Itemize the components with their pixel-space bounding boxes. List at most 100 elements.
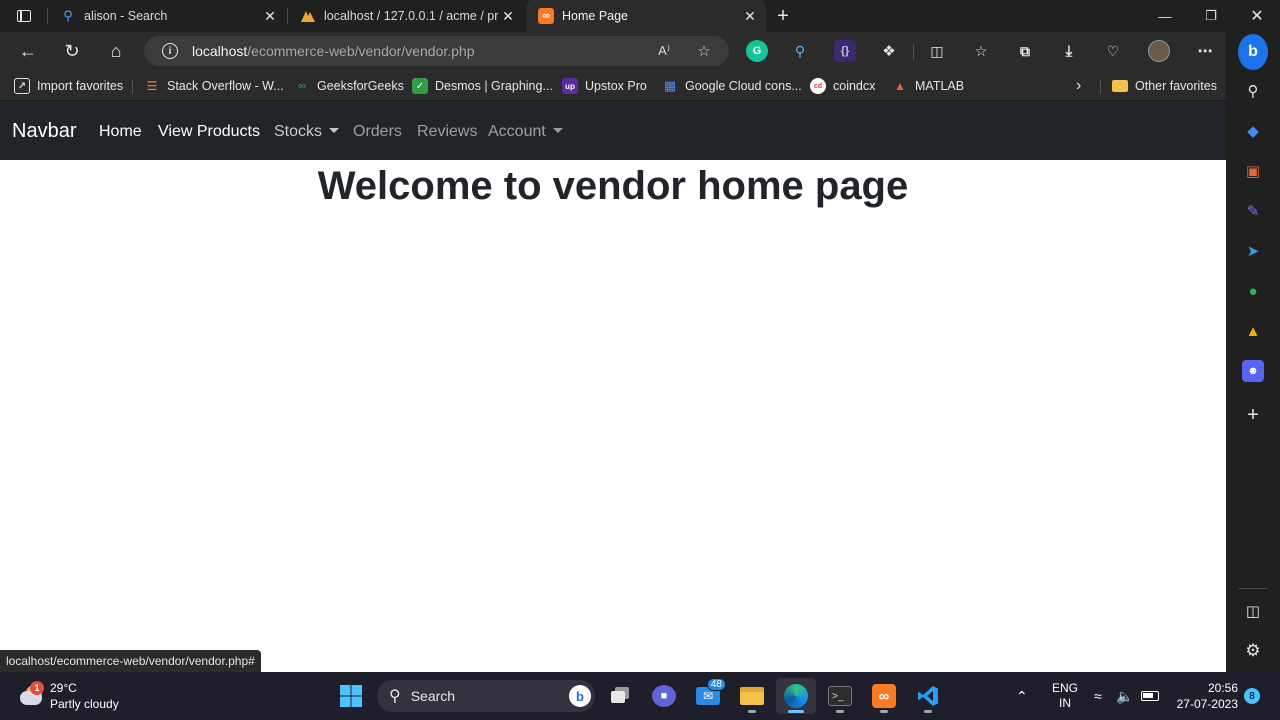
close-icon[interactable]: ✕ [260,6,280,26]
taskbar-search[interactable]: ⚲ Search b [377,680,595,712]
favorite-star-icon[interactable]: ☆ [694,41,714,61]
battery-icon[interactable] [1141,672,1159,720]
minimize-icon[interactable]: — [1142,0,1188,32]
running-indicator [924,710,932,713]
performance-icon[interactable]: ♡ [1102,40,1124,62]
favorite-label: GeeksforGeeks [317,79,404,93]
address-bar[interactable]: i localhost/ecommerce-web/vendor/vendor.… [144,36,729,66]
settings-gear-icon[interactable]: ⚙ [1242,640,1264,662]
language-indicator[interactable]: ENG IN [1052,672,1078,720]
collections-icon[interactable]: ⧉ [1014,40,1036,62]
tree-icon[interactable]: ● [1242,280,1264,302]
tab-home-page[interactable]: ∞ Home Page ✕ [526,0,766,32]
hide-sidebar-icon[interactable]: ◫ [1242,600,1264,622]
start-button[interactable] [331,678,371,714]
read-aloud-icon[interactable]: A⁾ [654,41,674,61]
favorite-label: Other favorites [1135,79,1217,93]
drop-icon[interactable]: ✎ [1242,200,1264,222]
tab-title: alison - Search [84,9,168,23]
new-tab-icon[interactable]: + [770,4,796,28]
nav-view-products[interactable]: View Products [158,123,260,141]
brackets-extension-icon[interactable]: {} [834,40,856,62]
task-view-icon[interactable] [600,678,640,714]
grammarly-icon[interactable]: G [746,40,768,62]
bing-chat-icon[interactable]: b [1238,34,1268,70]
mail-icon[interactable]: ✉ 48 [688,678,728,714]
more-options-icon[interactable]: ⋯ [1194,40,1216,62]
chevron-up-icon[interactable]: ⌃ [1016,672,1028,720]
running-indicator [788,710,804,713]
nav-stocks-dropdown[interactable]: Stocks [274,123,340,141]
chevron-right-icon[interactable]: › [1076,75,1081,97]
mail-badge: 48 [706,678,726,691]
wifi-icon[interactable]: ≈ [1094,672,1102,720]
split-screen-icon[interactable]: ◫ [926,40,948,62]
weather-widget[interactable]: 1 29°C Partly cloudy [18,678,119,714]
restore-icon[interactable]: ❐ [1188,0,1234,32]
volume-icon[interactable]: 🔈 [1116,672,1133,720]
coindcx-icon: cd [810,78,826,94]
tab-phpmyadmin[interactable]: localhost / 127.0.0.1 / acme / pro ✕ [288,0,524,32]
favorite-geeksforgeeks[interactable]: ∞ GeeksforGeeks [294,75,404,97]
edge-sidebar: b ⚲ ◆ ▣ ✎ ➤ ● ▲ ☻ + ◫ ⚙ [1226,32,1280,672]
refresh-icon[interactable]: ↻ [56,35,88,67]
stackoverflow-icon: ☰ [146,79,158,93]
favorite-google-cloud[interactable]: ▦ Google Cloud cons... [662,75,802,97]
address-url[interactable]: localhost/ecommerce-web/vendor/vendor.ph… [192,43,475,59]
caret-down-icon [552,128,563,133]
favorite-other[interactable]: Other favorites [1112,75,1217,97]
add-icon[interactable]: + [1242,404,1264,426]
close-icon[interactable]: ✕ [498,6,518,26]
clock[interactable]: 20:56 27-07-2023 [1172,672,1238,720]
favorite-label: Google Cloud cons... [685,79,802,93]
favorite-upstox[interactable]: up Upstox Pro [562,75,647,97]
terminal-icon[interactable]: >_ [820,678,860,714]
info-icon[interactable]: i [162,43,178,59]
favorite-import[interactable]: ↗ Import favorites [14,75,123,97]
back-arrow-icon[interactable]: ← [12,35,44,67]
edge-browser-icon[interactable] [776,678,816,714]
tab-search[interactable]: ⚲ alison - Search ✕ [48,0,286,32]
notification-badge: 8 [1244,688,1260,704]
download-icon[interactable]: ⤓ [1058,40,1080,62]
nav-account-dropdown[interactable]: Account [488,123,563,141]
home-icon[interactable]: ⌂ [100,35,132,67]
shopping-tag-icon[interactable]: ◆ [1242,120,1264,142]
navbar-brand[interactable]: Navbar [12,120,76,143]
desmos-icon: ✓ [412,78,428,94]
extensions-icon[interactable]: ❖ [878,40,900,62]
favorite-matlab[interactable]: ▲ MATLAB [892,75,964,97]
search-icon[interactable]: ⚲ [1242,80,1264,102]
weather-badge: 1 [30,681,44,695]
telegram-icon[interactable]: ➤ [1242,240,1264,262]
favorites-separator [1100,80,1101,94]
favorite-label: coindcx [833,79,876,93]
tab-actions-icon[interactable] [8,4,40,28]
notification-center[interactable]: 8 [1244,672,1260,720]
discord-icon[interactable]: ☻ [1242,360,1264,382]
vscode-icon[interactable] [908,678,948,714]
close-icon[interactable]: ✕ [740,6,760,26]
favorites-icon[interactable]: ☆ [970,40,992,62]
running-indicator [748,710,756,713]
favorites-separator [132,80,133,94]
google-drive-icon[interactable]: ▲ [1242,320,1264,342]
caret-down-icon [329,128,340,133]
nav-home[interactable]: Home [99,123,142,141]
google-cloud-icon: ▦ [663,78,677,93]
magnifier-extension-icon[interactable]: ⚲ [789,40,811,62]
favorite-desmos[interactable]: ✓ Desmos | Graphing... [412,75,553,97]
favorite-stackoverflow[interactable]: ☰ Stack Overflow - W... [144,75,284,97]
nav-label: Stocks [274,123,323,140]
nav-reviews[interactable]: Reviews [417,123,477,141]
nav-orders[interactable]: Orders [353,123,402,141]
favorite-coindcx[interactable]: cd coindcx [810,75,875,97]
file-explorer-icon[interactable] [732,678,772,714]
url-host: localhost [192,43,248,59]
folder-icon [1112,80,1128,92]
profile-avatar[interactable] [1148,40,1170,62]
tools-icon[interactable]: ▣ [1242,160,1264,182]
xampp-icon[interactable]: ∞ [864,678,904,714]
close-window-icon[interactable]: ✕ [1234,0,1280,32]
teams-chat-icon[interactable]: ■ [644,678,684,714]
